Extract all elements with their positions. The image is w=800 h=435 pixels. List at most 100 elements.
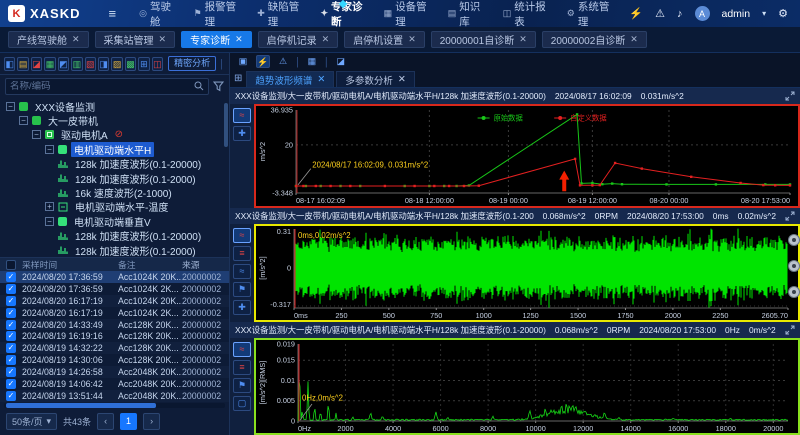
expand-icon[interactable] — [785, 91, 795, 101]
chart-tab[interactable]: 多参数分析✕ — [336, 71, 414, 87]
trend-tool-icon[interactable]: ≈ — [233, 108, 251, 123]
row-checkbox[interactable]: ✓ — [6, 331, 16, 341]
close-icon[interactable]: ✕ — [159, 34, 167, 45]
table-row[interactable]: ✓2024/08/19 14:26:58Acc2048K 20K...20000… — [0, 366, 229, 378]
torch-icon[interactable]: ⚡ — [256, 55, 270, 68]
alert-icon[interactable]: ⚠ — [276, 55, 290, 68]
user-caret-icon[interactable]: ▾ — [762, 9, 766, 18]
row-checkbox[interactable]: ✓ — [6, 367, 16, 377]
row-checkbox[interactable]: ✓ — [6, 308, 16, 318]
avatar[interactable]: A — [695, 6, 710, 21]
table-row[interactable]: ✓2024/08/19 14:06:42Acc2048K 20K...20000… — [0, 378, 229, 390]
collapse-icon[interactable]: − — [6, 102, 15, 111]
grid-layout-icon[interactable]: ⊞ — [234, 73, 242, 84]
tree-node[interactable]: 128k 加速度波形(0.1-2000) — [0, 243, 229, 257]
alarm-light-icon[interactable]: ⚡ — [629, 7, 643, 20]
row-checkbox[interactable]: ✓ — [6, 284, 16, 294]
close-icon[interactable]: ✕ — [322, 34, 330, 45]
table-row[interactable]: ✓2024/08/20 17:36:59Acc1024K 2K...200000… — [0, 283, 229, 295]
collapse-icon[interactable]: − — [45, 145, 54, 154]
precise-analysis-button[interactable]: 精密分析 — [168, 56, 216, 71]
workspace-tab[interactable]: 专家诊断✕ — [181, 31, 252, 48]
close-icon[interactable]: ✕ — [408, 34, 416, 45]
expand-icon[interactable] — [785, 325, 795, 335]
spectrum-plot[interactable]: 0.0190.0150.010.00500Hz20004000600080001… — [254, 338, 800, 435]
next-page-button[interactable]: › — [143, 413, 160, 430]
page-size-select[interactable]: 50条/页 ▾ — [6, 413, 57, 430]
collapse-icon[interactable]: − — [19, 116, 28, 125]
workspace-tab[interactable]: 20000002自诊断✕ — [542, 31, 647, 48]
tree-node[interactable]: 128k 加速度波形(0.1-2000) — [0, 171, 229, 185]
tree-node[interactable]: 16k 速度波形(2-1000) — [0, 185, 229, 199]
tree-node[interactable]: 128k 加速度波形(0.1-20000) — [0, 229, 229, 243]
table-row[interactable]: ✓2024/08/19 14:32:22Acc128K 20K...200000… — [0, 342, 229, 354]
table-row[interactable]: ✓2024/08/19 16:19:16Acc128K 20K...200000… — [0, 330, 229, 342]
nav-item-link[interactable]: ✚缺陷管理 — [250, 0, 309, 27]
region-select-tool-icon[interactable]: ▢ — [233, 396, 251, 411]
polar-chart-icon[interactable]: ▩ — [125, 57, 136, 71]
waveform-chart-icon[interactable]: ▤ — [17, 57, 28, 71]
search-input[interactable] — [10, 81, 190, 92]
workspace-tab[interactable]: 20000001自诊断✕ — [431, 31, 536, 48]
row-checkbox[interactable]: ✓ — [6, 296, 16, 306]
select-all-checkbox[interactable] — [6, 260, 16, 270]
tree-node[interactable]: −电机驱动端垂直V — [0, 214, 229, 228]
table-row[interactable]: ✓2024/08/19 14:30:06Acc128K 20K...200000… — [0, 354, 229, 366]
nav-item-link[interactable]: ▦设备管理 — [377, 0, 437, 27]
page-1-button[interactable]: 1 — [120, 413, 137, 430]
cepstrum-chart-icon[interactable]: ◨ — [98, 57, 109, 71]
table-row[interactable]: ✓2024/08/20 16:17:19Acc1024K 20K...20000… — [0, 295, 229, 307]
close-icon[interactable]: ✕ — [235, 34, 243, 45]
collapse-icon[interactable]: − — [32, 130, 41, 139]
prev-page-button[interactable]: ‹ — [97, 413, 114, 430]
flag-marker-tool-icon[interactable]: ⚑ — [233, 378, 251, 393]
waterfall-chart-icon[interactable]: ▦ — [44, 57, 55, 71]
close-icon[interactable]: ✕ — [72, 34, 80, 45]
collapse-icon[interactable]: − — [45, 217, 54, 226]
workspace-tab[interactable]: 产线驾驶舱✕ — [8, 31, 89, 48]
harmonic-cursor-tool-icon[interactable]: ≡ — [233, 360, 251, 375]
tree-node[interactable]: −XXX设备监测 — [0, 99, 229, 113]
username[interactable]: admin — [722, 8, 751, 20]
nav-item-link[interactable]: ◫统计报表 — [496, 0, 556, 27]
pan-tool-icon[interactable]: ✚ — [233, 126, 251, 141]
pan-tool-icon[interactable]: ✚ — [233, 300, 251, 315]
row-checkbox[interactable]: ✓ — [6, 355, 16, 365]
settings-icon[interactable]: ⚙ — [778, 7, 788, 20]
nav-item-link[interactable]: ◎驾驶舱 — [132, 0, 182, 27]
hscroll-thumb[interactable] — [6, 403, 156, 408]
table-row[interactable]: ✓2024/08/19 13:51:44Acc2048K 20K...20000… — [0, 390, 229, 402]
waveform-plot[interactable]: 0.310-0.317[m/s^2]0ms2505007501000125015… — [254, 224, 800, 322]
custom-chart-icon[interactable]: ◫ — [152, 57, 163, 71]
bode-chart-icon[interactable]: ▨ — [111, 57, 122, 71]
zoom-control-button[interactable] — [788, 286, 800, 298]
search-icon[interactable] — [194, 81, 204, 91]
tree-node[interactable]: 128k 加速度波形(0.1-20000) — [0, 157, 229, 171]
trend-chart-icon[interactable]: ◧ — [4, 57, 15, 71]
orbit-chart-icon[interactable]: ◩ — [58, 57, 69, 71]
close-icon[interactable]: ✕ — [519, 34, 527, 45]
row-checkbox[interactable]: ✓ — [6, 343, 16, 353]
nav-item-active[interactable]: ✦专家诊断 — [313, 0, 372, 27]
nav-item-link[interactable]: ⚑报警管理 — [187, 0, 247, 27]
workspace-tab[interactable]: 采集站管理✕ — [95, 31, 176, 48]
tree-node[interactable]: −大一皮带机 — [0, 113, 229, 127]
layout-icon[interactable]: ◪ — [334, 55, 348, 68]
spectrum-tool-icon[interactable]: ≈ — [233, 342, 251, 357]
bar-chart-icon[interactable]: ▥ — [71, 57, 82, 71]
matrix-chart-icon[interactable]: ⊞ — [138, 57, 149, 71]
close-icon[interactable]: ✕ — [398, 74, 406, 85]
expand-icon[interactable] — [785, 211, 795, 221]
tree-node[interactable]: +电机驱动端水平-温度 — [0, 200, 229, 214]
dual-cursor-tool-icon[interactable]: ≈ — [233, 264, 251, 279]
close-icon[interactable]: ✕ — [630, 34, 638, 45]
panel-icon[interactable]: ▣ — [236, 55, 250, 68]
nav-item-link[interactable]: ⚙系统管理 — [560, 0, 620, 27]
tree-node[interactable]: −驱动电机A⊘ — [0, 128, 229, 142]
waveform-tool-icon[interactable]: ≈ — [233, 228, 251, 243]
zoom-control-button[interactable] — [788, 234, 800, 246]
flag-marker-tool-icon[interactable]: ⚑ — [233, 282, 251, 297]
close-icon[interactable]: ✕ — [317, 74, 325, 85]
chart-tab[interactable]: 趋势波形频谱✕ — [246, 71, 334, 87]
image-icon[interactable]: ▦ — [305, 55, 319, 68]
